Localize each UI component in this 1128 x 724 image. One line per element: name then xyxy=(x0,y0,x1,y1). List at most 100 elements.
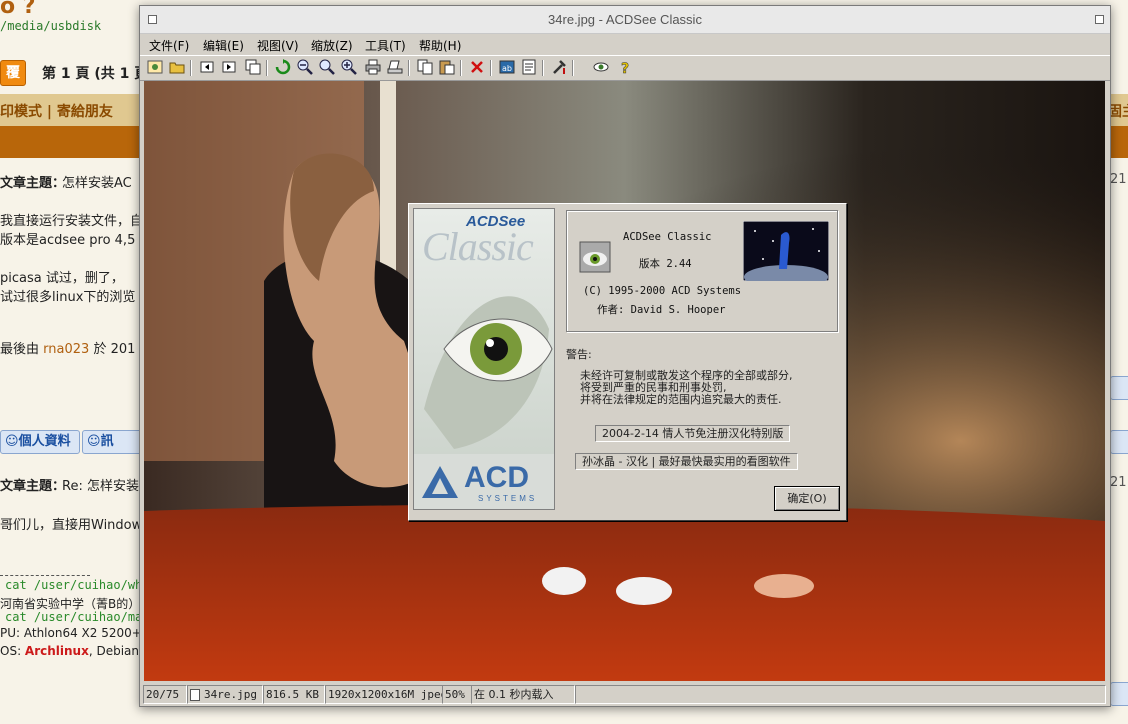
sig-os-suffix: , Debian xyxy=(88,644,140,658)
warning-text: 未经许可复制或散发这个程序的全部或部分, 将受到严重的民事和刑事处罚, 并将在法… xyxy=(580,370,793,406)
menu-file[interactable]: 文件(F) xyxy=(149,37,189,54)
window-title: 34re.jpg - ACDSee Classic xyxy=(548,12,702,27)
acdsee-app-icon xyxy=(579,241,611,273)
post2-subject-label: 文章主題： xyxy=(0,479,66,494)
zoom-fit-icon[interactable] xyxy=(318,59,336,77)
zoom-in-icon[interactable] xyxy=(340,59,358,77)
signature-divider xyxy=(0,575,90,576)
logo-classic: Classic xyxy=(422,224,534,269)
acd-triangle-logo xyxy=(422,466,458,498)
menu-tools[interactable]: 工具(T) xyxy=(365,37,406,54)
toolbar-separator xyxy=(572,60,574,76)
post1-edit-note: 最後由 rna023 於 201 xyxy=(0,338,135,357)
profile-label: 個人資料 xyxy=(18,434,71,449)
right-fragment: 固主 xyxy=(1108,104,1128,120)
toolbar: ab ? xyxy=(140,55,1110,81)
toolbar-separator xyxy=(408,60,410,76)
previous-image-icon[interactable] xyxy=(198,59,216,77)
warning-line-3: 并将在法律规定的范围内追究最大的责任. xyxy=(580,393,782,406)
post1-subject-label: 文章主題： xyxy=(0,176,66,191)
copyright-text: (C) 1995-2000 ACD Systems xyxy=(583,285,742,297)
delete-icon[interactable] xyxy=(468,59,486,77)
sig-line1: cat /user/cuihao/who xyxy=(5,578,150,592)
menu-help[interactable]: 帮助(H) xyxy=(419,37,461,54)
acdsee-window: 34re.jpg - ACDSee Classic 文件(F) 编辑(E) 视图… xyxy=(139,5,1111,707)
toolbar-separator xyxy=(190,60,192,76)
post1-subject: 怎样安装AC xyxy=(62,176,132,191)
about-dialog: ACDSee Classic ACD SYSTEMS ACDSee Classi… xyxy=(408,203,847,521)
sig-arch-link[interactable]: Archlinux xyxy=(25,644,89,658)
post1-line3: picasa 试过，删了， xyxy=(0,271,124,286)
page-title-fragment: o ? xyxy=(0,0,36,19)
file-icon xyxy=(190,689,200,701)
right-edge-button[interactable] xyxy=(1110,430,1128,454)
acdsee-classic-logo: ACDSee Classic ACD SYSTEMS xyxy=(413,208,555,510)
author-text: 作者: David S. Hooper xyxy=(597,304,726,316)
status-load-time: 在 0.1 秒内载入 xyxy=(471,685,575,704)
post1-line2: 版本是acdsee pro 4,5 xyxy=(0,233,136,248)
full-screen-icon[interactable] xyxy=(244,59,262,77)
profile-icon: ☺ xyxy=(5,434,19,449)
globe-image xyxy=(743,221,829,281)
sig-os-prefix: OS: xyxy=(0,644,25,658)
sig-line4: PU: Athlon64 X2 5200+ xyxy=(0,626,142,640)
warning-label: 警告: xyxy=(566,348,592,361)
print-mode-link[interactable]: 印模式 | 寄給朋友 xyxy=(0,101,113,121)
post1-line1: 我直接运行安装文件，自 xyxy=(0,214,144,229)
toolbar-separator xyxy=(460,60,462,76)
right-edge-button[interactable] xyxy=(1110,682,1128,706)
image-viewer[interactable]: ACDSee Classic ACD SYSTEMS ACDSee Classi… xyxy=(144,81,1105,681)
pm-label: 訊 xyxy=(100,434,114,449)
status-filename: 34re.jpg xyxy=(187,685,263,704)
print-icon[interactable] xyxy=(364,59,382,77)
toolbar-separator xyxy=(266,60,268,76)
menu-view[interactable]: 视图(V) xyxy=(257,37,299,54)
scan-icon[interactable] xyxy=(386,59,404,77)
logo-company: ACD xyxy=(464,461,529,494)
edit-user-link[interactable]: rna023 xyxy=(43,342,89,357)
reply-button-fragment[interactable]: 覆 xyxy=(0,60,26,86)
menu-edit[interactable]: 编辑(E) xyxy=(203,37,244,54)
status-filesize: 816.5 KB xyxy=(263,685,325,704)
window-titlebar[interactable]: 34re.jpg - ACDSee Classic xyxy=(140,6,1110,34)
open-browser-icon[interactable] xyxy=(146,59,164,77)
version-text: 版本 2.44 xyxy=(639,258,692,270)
status-bar: 20/75 34re.jpg 816.5 KB 1920x1200x16M jp… xyxy=(140,683,1110,705)
svg-text:?: ? xyxy=(621,61,629,75)
product-info-group: ACDSee Classic 版本 2.44 (C) 1995-2000 ACD… xyxy=(566,210,838,332)
ok-button[interactable]: 确定(O) xyxy=(774,486,840,511)
menu-zoom[interactable]: 缩放(Z) xyxy=(311,37,353,54)
post2-line1: 哥们儿，直接用Window xyxy=(0,518,143,533)
maximize-button[interactable] xyxy=(1095,15,1104,24)
rotate-icon[interactable] xyxy=(274,59,292,77)
path-fragment: /media/usbdisk xyxy=(0,19,102,33)
status-filename-text: 34re.jpg xyxy=(204,688,257,701)
zoom-out-icon[interactable] xyxy=(296,59,314,77)
status-empty xyxy=(575,685,1106,704)
svg-text:ab: ab xyxy=(502,64,512,73)
help-icon[interactable]: ? xyxy=(616,59,634,78)
pm-icon: ☺ xyxy=(87,434,101,449)
status-dimensions: 1920x1200x16M jpeg xyxy=(325,685,443,704)
copy-icon[interactable] xyxy=(416,59,434,77)
profile-button[interactable]: ☺個人資料 xyxy=(0,430,80,454)
paste-icon[interactable] xyxy=(438,59,456,77)
edit-suffix: 於 201 xyxy=(93,342,136,357)
properties-icon[interactable] xyxy=(520,59,538,77)
product-name: ACDSee Classic xyxy=(623,231,712,243)
post2-time: 21: xyxy=(1110,475,1128,490)
page-info: 第 1 頁 (共 1 頁 xyxy=(42,66,149,82)
rename-icon[interactable]: ab xyxy=(498,59,516,77)
right-edge-button[interactable] xyxy=(1110,376,1128,400)
localizer-label: 孙冰晶 - 汉化 | 最好最快最实用的看图软件 xyxy=(575,453,798,470)
toolbar-separator xyxy=(490,60,492,76)
sig-line5: OS: Archlinux, Debian xyxy=(0,644,139,658)
toolbar-separator xyxy=(542,60,544,76)
eye-icon[interactable] xyxy=(592,59,610,77)
pm-button[interactable]: ☺訊 xyxy=(82,430,144,454)
status-image-index: 20/75 xyxy=(143,685,187,704)
next-image-icon[interactable] xyxy=(220,59,238,77)
tools-icon[interactable] xyxy=(550,59,568,77)
post2-subject: Re: 怎样安装 xyxy=(62,479,139,494)
open-folder-icon[interactable] xyxy=(168,59,186,77)
